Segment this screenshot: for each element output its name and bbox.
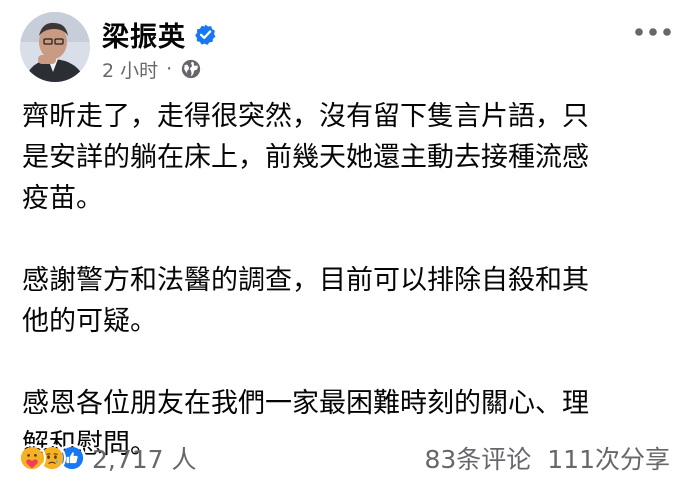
care-icon [18, 444, 46, 472]
globe-icon [180, 58, 202, 80]
post-paragraph-1: 齊昕走了，走得很突然，沒有留下隻言片語，只 是安詳的躺在床上，前幾天她還主動去接… [22, 101, 589, 214]
share-count[interactable]: 111次分享 [547, 440, 670, 476]
engagement-stats: 83条评论 111次分享 [424, 442, 670, 474]
post-text: 齊昕走了，走得很突然，沒有留下隻言片語，只 是安詳的躺在床上，前幾天她還主動去接… [22, 96, 672, 465]
author-row: 梁振英 [102, 15, 217, 54]
verified-badge-icon [194, 23, 217, 46]
avatar[interactable] [20, 12, 90, 82]
post-footer: 2,717 人 83条评论 111次分享 [0, 432, 690, 484]
more-options-icon[interactable] [630, 22, 676, 42]
comment-count[interactable]: 83条评论 [424, 440, 531, 476]
author-name[interactable]: 梁振英 [102, 15, 186, 54]
post-timestamp[interactable]: 2 小时 [102, 56, 158, 83]
avatar-image [20, 12, 90, 82]
reaction-count[interactable]: 2,717 人 [92, 440, 197, 476]
post-header: 梁振英 2 小时 · [0, 0, 690, 92]
meta-separator: · [166, 58, 173, 80]
post-meta: 2 小时 · [102, 56, 202, 82]
post-paragraph-2: 感謝警方和法醫的調查，目前可以排除自殺和其 他的可疑。 [22, 265, 589, 337]
reaction-summary[interactable]: 2,717 人 [18, 442, 197, 474]
